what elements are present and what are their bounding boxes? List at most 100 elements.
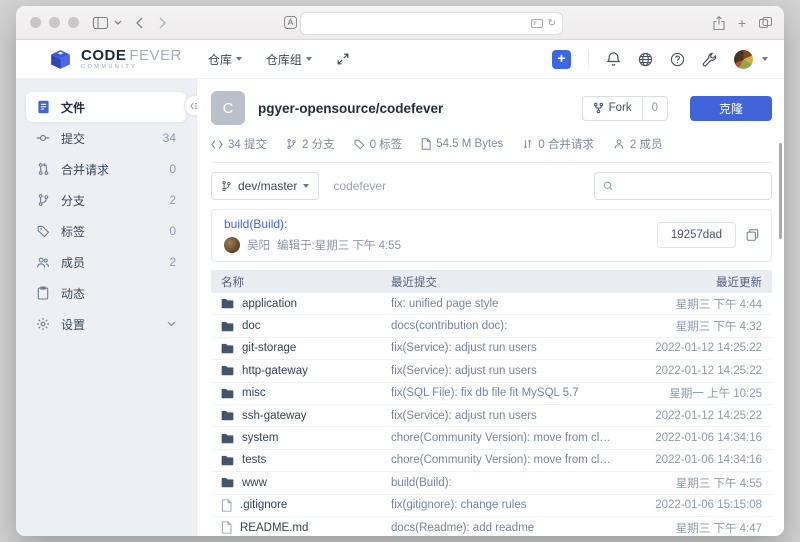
codefever-logo[interactable]: CODEFEVER COMMUNITY — [48, 47, 182, 72]
repo-avatar: C — [211, 91, 245, 125]
user-avatar[interactable] — [734, 50, 753, 69]
new-tab-button[interactable]: + — [738, 15, 746, 31]
sidebar-item-label: 成员 — [61, 254, 85, 271]
sidebar-count: 0 — [169, 224, 176, 238]
row-commit-message[interactable]: fix(SQL File): fix db file fit MySQL 5.7 — [391, 387, 612, 399]
file-name-link[interactable]: git-storage — [242, 342, 296, 354]
create-new-button[interactable]: + — [552, 50, 571, 69]
row-commit-message[interactable]: fix(Service): adjust run users — [391, 365, 612, 377]
table-row[interactable]: .gitignore fix(gitignore): change rules … — [211, 495, 772, 517]
file-name-link[interactable]: application — [242, 298, 297, 310]
sidebar-count: 34 — [163, 131, 176, 145]
sidebar-item-commits[interactable]: 提交 34 — [26, 123, 186, 153]
search-box[interactable] — [594, 172, 772, 200]
row-commit-message[interactable]: chore(Community Version): move from clou… — [391, 432, 612, 444]
chevron-down-icon — [167, 321, 176, 327]
file-name-link[interactable]: system — [242, 432, 278, 444]
back-button[interactable] — [136, 17, 143, 29]
file-table: 名称 最近提交 最近更新 application fix: unified pa… — [211, 270, 772, 536]
minimize-window-button[interactable] — [49, 17, 60, 28]
sidebar-item-activity[interactable]: 动态 — [26, 278, 186, 308]
clone-button[interactable]: 克隆 — [690, 96, 772, 121]
breadcrumb[interactable]: codefever — [333, 179, 386, 193]
chevron-down-icon[interactable] — [114, 20, 122, 25]
table-row[interactable]: system chore(Community Version): move fr… — [211, 427, 772, 449]
window-controls[interactable] — [30, 17, 79, 28]
tag-icon — [36, 225, 50, 238]
sidebar-toggle-icon[interactable] — [93, 17, 108, 29]
nav-repo-groups[interactable]: 仓库组 — [266, 51, 312, 68]
sidebar-item-label: 提交 — [61, 130, 85, 147]
chevron-down-icon — [303, 184, 309, 188]
row-commit-message[interactable]: build(Build): — [391, 477, 612, 489]
file-name-link[interactable]: README.md — [240, 522, 308, 534]
share-icon[interactable] — [713, 16, 725, 30]
fork-button[interactable]: Fork — [583, 97, 642, 120]
language-globe-icon[interactable] — [638, 52, 653, 67]
row-commit-message[interactable]: chore(Community Version): move from clou… — [391, 454, 612, 466]
table-row[interactable]: misc fix(SQL File): fix db file fit MySQ… — [211, 383, 772, 405]
table-row[interactable]: README.md docs(Readme): add readme 星期三 下… — [211, 517, 772, 536]
row-commit-message[interactable]: docs(Readme): add readme — [391, 522, 612, 534]
sidebar-item-merge-requests[interactable]: 合并请求 0 — [26, 154, 186, 184]
fork-button-group[interactable]: Fork 0 — [582, 96, 668, 121]
file-name-link[interactable]: ssh-gateway — [242, 410, 307, 422]
address-bar[interactable]: ↻ — [300, 12, 563, 35]
table-row[interactable]: git-storage fix(Service): adjust run use… — [211, 338, 772, 360]
search-input[interactable] — [619, 178, 763, 194]
close-window-button[interactable] — [30, 17, 41, 28]
nav-repositories[interactable]: 仓库 — [208, 51, 242, 68]
scrollbar-thumb[interactable] — [779, 143, 782, 239]
commit-hash[interactable]: 19257dad — [657, 222, 736, 248]
table-header: 名称 最近提交 最近更新 — [211, 270, 772, 293]
folder-icon — [221, 365, 234, 376]
expand-icon[interactable] — [336, 52, 350, 66]
copy-icon[interactable] — [746, 228, 759, 242]
file-name-link[interactable]: misc — [242, 387, 266, 399]
file-icon — [221, 521, 232, 534]
row-commit-message[interactable]: fix(Service): adjust run users — [391, 342, 612, 354]
table-row[interactable]: www build(Build): 星期三 下午 4:55 — [211, 472, 772, 494]
table-row[interactable]: doc docs(contribution doc): 星期三 下午 4:32 — [211, 315, 772, 337]
row-commit-message[interactable]: docs(contribution doc): — [391, 320, 612, 332]
chevron-down-icon[interactable] — [762, 57, 768, 61]
help-icon[interactable] — [670, 52, 685, 67]
table-row[interactable]: http-gateway fix(Service): adjust run us… — [211, 360, 772, 382]
file-name-link[interactable]: tests — [242, 454, 266, 466]
row-commit-message[interactable]: fix(Service): adjust run users — [391, 410, 612, 422]
file-name-link[interactable]: www — [242, 477, 267, 489]
tab-overview-icon[interactable] — [759, 17, 772, 28]
branch-selector[interactable]: dev/master — [211, 172, 319, 200]
table-row[interactable]: tests chore(Community Version): move fro… — [211, 450, 772, 472]
reload-icon[interactable]: ↻ — [548, 18, 556, 29]
forward-button[interactable] — [159, 17, 166, 29]
sidebar-item-files[interactable]: 文件 — [26, 92, 186, 122]
row-commit-message[interactable]: fix: unified page style — [391, 298, 612, 310]
repo-stats: 34 提交 2 分支 0 标签 54.5 M Bytes 0 合并请求 — [211, 136, 772, 152]
search-icon — [603, 180, 613, 192]
notifications-bell-icon[interactable] — [606, 51, 621, 67]
sidebar-item-members[interactable]: 成员 2 — [26, 247, 186, 277]
commit-author-name[interactable]: 吴阳 — [247, 237, 270, 253]
sidebar-item-settings[interactable]: 设置 — [26, 309, 186, 339]
logo-word-fever: FEVER — [129, 47, 182, 64]
table-row[interactable]: ssh-gateway fix(Service): adjust run use… — [211, 405, 772, 427]
file-name-link[interactable]: http-gateway — [242, 365, 308, 377]
row-last-updated: 2022-01-12 14:25:22 — [612, 342, 762, 354]
folder-icon — [221, 410, 234, 421]
table-row[interactable]: application fix: unified page style 星期三 … — [211, 293, 772, 315]
zoom-window-button[interactable] — [68, 17, 79, 28]
fork-count[interactable]: 0 — [642, 97, 667, 120]
file-name-link[interactable]: doc — [242, 320, 261, 332]
merge-request-icon — [36, 162, 50, 176]
sidebar-item-branches[interactable]: 分支 2 — [26, 185, 186, 215]
stat-branches: 2 分支 — [286, 136, 335, 152]
admin-wrench-icon[interactable] — [702, 52, 717, 67]
commit-author-avatar[interactable] — [224, 237, 240, 253]
reader-icon[interactable] — [284, 16, 297, 29]
sidebar-item-label: 文件 — [61, 99, 85, 116]
commit-message-link[interactable]: build(Build): — [224, 217, 401, 231]
file-name-link[interactable]: .gitignore — [240, 499, 287, 511]
row-commit-message[interactable]: fix(gitignore): change rules — [391, 499, 612, 511]
sidebar-item-tags[interactable]: 标签 0 — [26, 216, 186, 246]
